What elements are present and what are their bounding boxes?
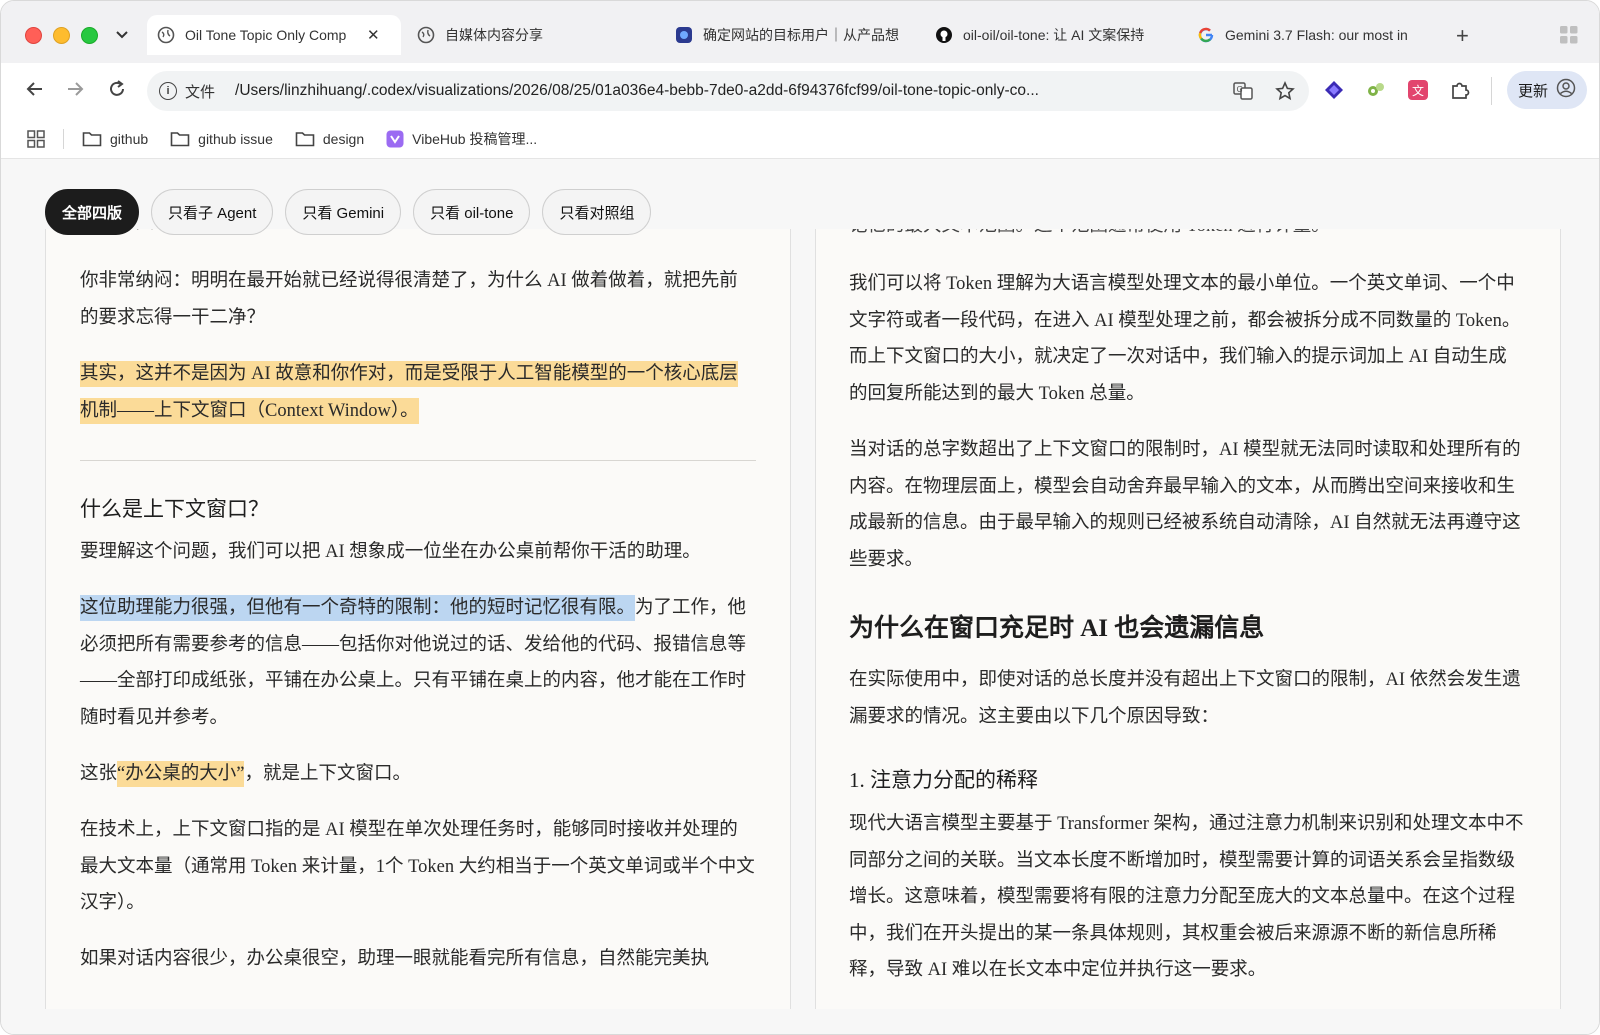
- tab-title: Gemini 3.7 Flash: our most in: [1225, 27, 1408, 43]
- svg-text:文: 文: [1412, 83, 1424, 98]
- back-button[interactable]: [25, 79, 45, 103]
- address-bar[interactable]: i 文件 /Users/linzhihuang/.codex/visualiza…: [147, 71, 1309, 111]
- paragraph: 如果对话内容很少，办公桌很空，助理一眼就能看完所有信息，自然能完美执: [80, 949, 710, 969]
- vibehub-icon: [386, 130, 404, 148]
- article-column-right: 记忆的最大文本范围。这个范围通常使用 Token 进行计量。 我们可以将 Tok…: [815, 229, 1561, 1009]
- tab-target-users[interactable]: 确定网站的目标用户｜从产品想: [675, 15, 911, 55]
- article-column-left: 按控已交给了立尿。 你非常纳闷：明明在最开始就已经说得很清楚了，为什么 AI 做…: [45, 229, 791, 1009]
- version-filter-bar: 全部四版 只看子 Agent 只看 Gemini 只看 oil-tone 只看对…: [45, 189, 652, 235]
- subsection-heading: 1. 注意力分配的稀释: [849, 768, 1038, 792]
- app-logo-icon: [675, 26, 693, 44]
- bookmark-vibehub[interactable]: VibeHub 投稿管理...: [386, 129, 537, 149]
- browser-window: Oil Tone Topic Only Comp ✕ 自媒体内容分享 确定网站的…: [0, 0, 1600, 1035]
- paragraph-with-quote: 这张“办公桌的大小”，就是上下文窗口。: [80, 756, 756, 793]
- bookmark-design[interactable]: design: [295, 131, 364, 147]
- cut-off-text: 记忆的最大文本范围。这个范围通常使用 Token 进行计量。: [849, 229, 1525, 245]
- update-button[interactable]: 更新: [1507, 71, 1587, 109]
- page-content: 全部四版 只看子 Agent 只看 Gemini 只看 oil-tone 只看对…: [1, 159, 1599, 1034]
- paragraph: 现代大语言模型主要基于 Transformer 架构，通过注意力机制来识别和处理…: [849, 814, 1524, 980]
- new-tab-button[interactable]: +: [1456, 25, 1469, 47]
- github-icon: [935, 26, 953, 44]
- filter-oil-tone[interactable]: 只看 oil-tone: [413, 189, 531, 235]
- tab-overview-icon[interactable]: [1559, 25, 1579, 50]
- scheme-label: 文件: [185, 83, 216, 101]
- url-text[interactable]: /Users/linzhihuang/.codex/visualizations…: [235, 82, 1225, 100]
- bookmark-github[interactable]: github: [82, 131, 148, 147]
- tab-title: 确定网站的目标用户｜从产品想: [703, 27, 899, 43]
- highlighted-paragraph: 其实，这并不是因为 AI 故意和你作对，而是受限于人工智能模型的一个核心底层机制…: [80, 356, 756, 429]
- tab-strip: Oil Tone Topic Only Comp ✕ 自媒体内容分享 确定网站的…: [1, 1, 1599, 63]
- translate-icon[interactable]: G: [1233, 81, 1253, 106]
- update-label: 更新: [1517, 82, 1548, 100]
- tab-oil-tone-topic[interactable]: Oil Tone Topic Only Comp ✕: [147, 15, 401, 55]
- tab-media-share[interactable]: 自媒体内容分享: [417, 15, 657, 55]
- maximize-window-button[interactable]: [81, 27, 98, 44]
- tab-gemini[interactable]: Gemini 3.7 Flash: our most in: [1197, 15, 1433, 55]
- highlight-blue: 这位助理能力很强，但他有一个奇特的限制：他的短时记忆很有限。: [80, 595, 636, 621]
- bookmarks-bar: github github issue design VibeHub 投稿管理.…: [1, 119, 1599, 159]
- toolbar-divider: [1491, 77, 1492, 105]
- bookmark-github-issue[interactable]: github issue: [170, 131, 273, 147]
- minimize-window-button[interactable]: [53, 27, 70, 44]
- tab-title: oil-oil/oil-tone: 让 AI 文案保持: [963, 27, 1145, 43]
- extension-gear-icon[interactable]: [1365, 79, 1387, 106]
- filter-all-versions[interactable]: 全部四版: [45, 189, 140, 235]
- profile-avatar-icon: [1556, 78, 1576, 102]
- section-divider: [80, 460, 756, 461]
- paragraph: 要理解这个问题，我们可以把 AI 想象成一位坐在办公桌前帮你干活的助理。: [80, 542, 701, 562]
- paragraph: 在实际使用中，即使对话的总长度并没有超出上下文窗口的限制，AI 依然会发生遗漏要…: [849, 670, 1521, 727]
- highlight-yellow: 其实，这并不是因为 AI 故意和你作对，而是受限于人工智能模型的一个核心底层机制…: [80, 361, 738, 424]
- apps-grid-icon[interactable]: [27, 129, 45, 148]
- extensions-puzzle-icon[interactable]: [1449, 79, 1471, 106]
- google-g-icon: [1197, 26, 1215, 44]
- tab-title: 自媒体内容分享: [445, 27, 543, 43]
- forward-button[interactable]: [65, 79, 85, 103]
- reload-button[interactable]: [107, 79, 127, 103]
- globe-icon: [417, 26, 435, 44]
- extension-diamond-icon[interactable]: [1323, 79, 1345, 106]
- svg-text:G: G: [1237, 85, 1243, 94]
- tab-github-oil-tone[interactable]: oil-oil/oil-tone: 让 AI 文案保持: [935, 15, 1171, 55]
- folder-icon: [82, 131, 102, 147]
- filter-gemini[interactable]: 只看 Gemini: [285, 189, 402, 235]
- info-icon[interactable]: i: [159, 82, 177, 100]
- filter-control-group[interactable]: 只看对照组: [542, 189, 652, 235]
- section-heading: 为什么在窗口充足时 AI 也会遗漏信息: [849, 615, 1265, 642]
- extension-translate-icon[interactable]: 文: [1407, 79, 1429, 106]
- globe-icon: [157, 26, 175, 44]
- bookmark-star-icon[interactable]: [1275, 81, 1295, 106]
- highlight-quote: “办公桌的大小”: [117, 761, 245, 787]
- folder-icon: [295, 131, 315, 147]
- browser-toolbar: i 文件 /Users/linzhihuang/.codex/visualiza…: [1, 63, 1599, 119]
- folder-icon: [170, 131, 190, 147]
- filter-sub-agent[interactable]: 只看子 Agent: [151, 189, 274, 235]
- tab-search-chevron-icon[interactable]: [115, 27, 129, 44]
- section-heading: 什么是上下文窗口？: [80, 497, 269, 521]
- paragraph: 我们可以将 Token 理解为大语言模型处理文本的最小单位。一个英文单词、一个中…: [849, 274, 1521, 404]
- tab-title: Oil Tone Topic Only Comp: [185, 27, 347, 43]
- paragraph: 你非常纳闷：明明在最开始就已经说得很清楚了，为什么 AI 做着做着，就把先前的要…: [80, 271, 738, 328]
- paragraph: 当对话的总字数超出了上下文窗口的限制时，AI 模型就无法同时读取和处理所有的内容…: [849, 440, 1521, 570]
- close-window-button[interactable]: [25, 27, 42, 44]
- tab-close-icon[interactable]: ✕: [367, 26, 380, 44]
- bookmarks-divider: [63, 128, 64, 149]
- paragraph-with-highlight: 这位助理能力很强，但他有一个奇特的限制：他的短时记忆很有限。为了工作，他必须把所…: [80, 590, 756, 736]
- paragraph: 在技术上，上下文窗口指的是 AI 模型在单次处理任务时，能够同时接收并处理的最大…: [80, 820, 755, 913]
